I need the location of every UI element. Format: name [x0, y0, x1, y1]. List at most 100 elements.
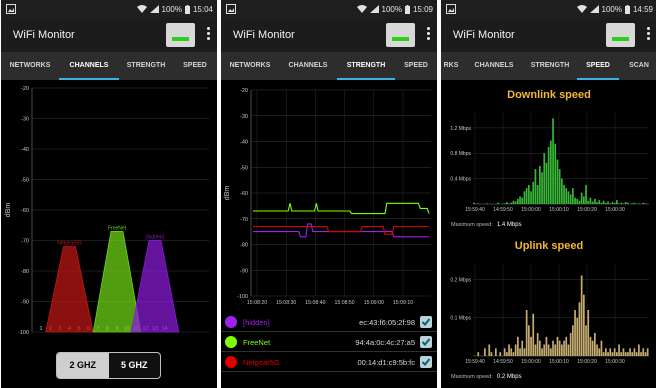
speed-bar: [631, 352, 634, 356]
network-area: [130, 240, 180, 333]
speed-bar: [530, 191, 532, 204]
speed-bar: [486, 203, 488, 204]
y-tick-label: 0.1 Mbps: [450, 316, 471, 322]
signal-bar-icon: [172, 37, 189, 41]
tab-strength[interactable]: STRENGTH: [119, 52, 173, 80]
speed-bar: [598, 348, 601, 356]
speed-bar: [532, 181, 535, 204]
overflow-menu-icon[interactable]: [645, 27, 651, 43]
tab-speed[interactable]: SPEED: [577, 52, 619, 80]
signal-indicator-button[interactable]: [386, 23, 415, 47]
speed-bar: [583, 196, 585, 204]
tab-networks[interactable]: RKS: [441, 52, 461, 80]
network-checkbox[interactable]: [420, 316, 432, 328]
app-bar: WiFi Monitor: [1, 18, 217, 52]
network-checkbox[interactable]: [420, 356, 432, 368]
speed-bar: [596, 344, 598, 356]
speed-bar: [534, 169, 537, 204]
speed-bar: [519, 196, 521, 204]
tab-channels[interactable]: CHANNELS: [279, 52, 337, 80]
x-tick-label: 15:00:00: [521, 359, 541, 365]
overflow-menu-icon[interactable]: [205, 27, 211, 43]
speed-bar: [594, 333, 596, 356]
network-label: FreeNet: [108, 225, 127, 231]
y-tick-label: -30: [21, 117, 29, 123]
y-tick-label: -50: [21, 178, 29, 184]
signal-indicator-button[interactable]: [606, 23, 635, 47]
uplink-chart: 0.1 Mbps 0.2 Mbps 15:59:40 14:59:50 15:00:00…: [450, 264, 649, 365]
speed-bar: [545, 336, 548, 356]
network-color-dot: [225, 336, 237, 348]
band-2ghz-button[interactable]: 2 GHZ: [57, 353, 109, 378]
speed-bar: [644, 203, 647, 204]
x-tick-label: 15:59:40: [465, 207, 485, 213]
speed-bar: [521, 197, 524, 204]
speed-bar: [569, 333, 572, 356]
tab-speed[interactable]: SPEED: [395, 52, 437, 80]
gallery-notification-icon: [226, 4, 236, 14]
y-axis-label: dBm: [224, 186, 231, 201]
y-tick-label: 0.4 Mbps: [450, 177, 471, 183]
y-tick-label: -40: [21, 147, 29, 153]
speed-bar: [574, 310, 576, 356]
max-speed-value: 1.4 Mbps: [496, 222, 522, 228]
x-tick-label: 15:08:50: [334, 300, 354, 306]
network-color-dot: [225, 356, 237, 368]
speed-bar: [525, 188, 528, 204]
speed-bar: [576, 317, 579, 356]
speed-bar: [506, 202, 508, 204]
signal-indicator-button[interactable]: [166, 23, 195, 47]
x-tick-label: 1: [39, 326, 42, 332]
x-tick-label: 15:08:40: [305, 300, 325, 306]
overflow-menu-icon[interactable]: [425, 27, 431, 43]
legend-row: FreeNet 94:4a:0c:4c:27:a5: [221, 332, 437, 352]
screen-channels: 100% 15:04 WiFi Monitor NETWORKS CHANNEL…: [1, 0, 217, 388]
speed-bar: [569, 194, 572, 204]
tab-scan[interactable]: SCAN: [621, 52, 656, 80]
tab-bar: NETWORKS CHANNELS STRENGTH SPEED: [221, 52, 437, 80]
speed-bar: [552, 340, 554, 356]
tab-speed[interactable]: SPEED: [173, 52, 217, 80]
y-tick-label: -80: [21, 269, 29, 275]
y-tick-label: -20: [21, 86, 29, 92]
speed-content: Downlink speed 0.4 Mbps 0.8 Mbps 1.2 Mbps 1…: [441, 80, 656, 388]
network-checkbox[interactable]: [420, 336, 432, 348]
tab-channels[interactable]: CHANNELS: [59, 52, 119, 80]
speed-bar: [587, 310, 590, 356]
tab-strength[interactable]: STRENGTH: [337, 52, 395, 80]
speed-bar: [556, 159, 559, 204]
legend-row: Netgear5G 00:14:d1:c9:5b:fc: [221, 352, 437, 372]
signal-bar-icon: [392, 37, 409, 41]
band-5ghz-button[interactable]: 5 GHZ: [109, 353, 161, 378]
speed-bar: [646, 348, 649, 356]
max-speed-label: Maximum speed:: [451, 222, 493, 228]
speed-bar: [616, 352, 618, 356]
speed-bar: [534, 344, 537, 356]
x-tick-label: 15:08:20: [247, 300, 267, 306]
speed-bar: [602, 352, 605, 356]
x-tick-label: 15:08:30: [276, 300, 296, 306]
speed-bar: [594, 198, 596, 204]
y-tick-label: -70: [240, 217, 248, 223]
uplink-title: Uplink speed: [514, 240, 584, 252]
speed-bar: [631, 203, 634, 204]
tab-networks[interactable]: NETWORKS: [221, 52, 279, 80]
network-ssid: Netgear5G: [243, 358, 280, 367]
band-toggle[interactable]: 2 GHZ 5 GHZ: [56, 352, 161, 379]
speed-bar: [609, 348, 612, 356]
wifi-status-icon: [576, 5, 587, 13]
tab-strength[interactable]: STRENGTH: [523, 52, 577, 80]
speed-bar: [620, 352, 623, 356]
speed-bar: [545, 162, 548, 204]
speed-bar: [550, 140, 552, 204]
x-tick-label: 15:09:00: [364, 300, 384, 306]
signal-bar-icon: [612, 37, 629, 41]
speed-bar: [633, 348, 636, 356]
tab-channels[interactable]: CHANNELS: [465, 52, 523, 80]
speed-bar: [574, 197, 576, 204]
speed-bar: [530, 336, 532, 356]
y-tick-label: -40: [240, 140, 248, 146]
battery-percent: 100%: [381, 4, 402, 14]
speed-bar: [512, 200, 515, 204]
tab-networks[interactable]: NETWORKS: [1, 52, 59, 80]
